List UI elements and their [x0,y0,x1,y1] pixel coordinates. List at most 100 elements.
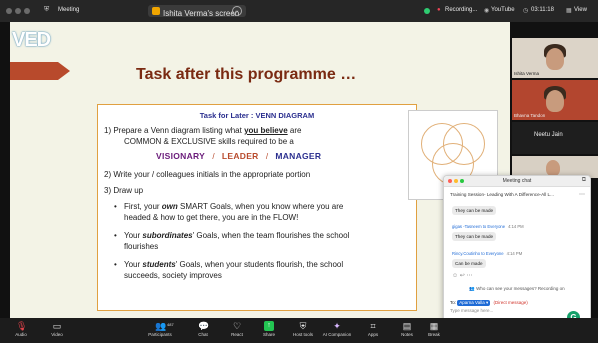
chat-meta: gigas -Tasneem to Everyone 4:14 PM [452,224,524,229]
item-3: 3) Draw up [104,186,144,195]
chat-message: They can be made [452,232,497,241]
visibility-notice[interactable]: 👥 Who can see your messages? Recording o… [450,286,584,292]
minimize-window-button[interactable] [15,8,21,14]
screen-share-indicator[interactable]: Ishita Verma's screen ⌄ [148,5,246,18]
task-box: Task for Later : VENN DIAGRAM 1) Prepare… [97,104,417,311]
more-options-icon[interactable]: ⋯ [579,191,585,198]
logo: VED [12,29,51,51]
security-status-icon [424,8,430,14]
participant-tile[interactable]: Neetu Jain [512,122,598,154]
chat-button[interactable]: 💬 Chat [192,321,214,337]
participants-count: 487 [167,322,174,327]
shield-icon: ⛨ [299,321,307,331]
participant-name: Ishita Verma [514,71,540,76]
audio-button[interactable]: 🎙 Audio [8,321,34,337]
zoom-shield-icon: ⛨ [44,6,50,13]
share-button[interactable]: ↑ Share [258,321,280,337]
recipient-select[interactable]: Aparna Valla ▾ [457,300,491,306]
chat-time: 4:14 PM [506,251,523,256]
separator: / [265,152,269,161]
chat-message: Can be made [452,259,486,268]
bullet-3-line2: succeeds, society improves [124,271,222,280]
popout-icon[interactable]: ⧉ [582,177,586,184]
chat-time: 4:14 PM [508,224,524,229]
direct-message-label: (Direct message) [493,300,528,305]
item-1-emphasis: you believe [244,126,288,135]
keyword-manager: MANAGER [275,151,322,161]
item-1-text-a: 1) Prepare a Venn diagram listing what [104,126,245,135]
ai-companion-button[interactable]: ✦ AI Companion [320,321,354,337]
recipient-row: To: Aparna Valla ▾ (Direct message) [450,300,528,306]
participants-button[interactable]: 👥 487 Participants [142,321,178,337]
bullet-3-text-b: ' Goals, when your students flourish, th… [175,260,344,269]
bullet-1-text-b: SMART Goals, when you know where you are [177,202,344,211]
bullet-icon: • [114,202,117,211]
breakout-rooms-button[interactable]: ▦ Break [424,321,444,337]
item-1-text-b: are [287,126,302,135]
keyword-leader: LEADER [221,151,259,161]
chat-sender: gigas -Tasneem to Everyone [452,224,506,229]
camera-icon: ▭ [52,321,62,331]
bullet-1-emphasis: own [161,202,178,211]
view-button[interactable]: View [574,7,587,13]
video-button[interactable]: ▭ Video [44,321,70,337]
apps-button[interactable]: ⌗ Apps [362,321,384,337]
youtube-label[interactable]: YouTube [491,7,515,13]
bullet-3-text-a: Your [124,260,143,269]
zoom-window: ⛨ Meeting Ishita Verma's screen ⌄ ● Reco… [0,0,598,343]
notes-label: Notes [401,332,413,337]
stream-icon: ◉ [484,8,490,14]
recording-label[interactable]: Recording... [445,7,477,13]
breakout-icon: ▦ [429,321,439,331]
chat-sender: Rincy.Coutinho to Everyone [452,251,504,256]
ai-companion-label: AI Companion [322,332,352,337]
host-tools-button[interactable]: ⛨ Host tools [288,321,318,337]
bullet-1-text-a: First, your [124,202,162,211]
share-screen-icon: ↑ [264,321,274,331]
share-button-label: Share [262,332,275,337]
close-window-button[interactable] [6,8,12,14]
title-bar: ⛨ Meeting Ishita Verma's screen ⌄ ● Reco… [0,0,598,22]
bullet-icon: • [114,260,117,269]
chat-icon: 💬 [198,321,210,331]
bullet-1: First, your own SMART Goals, when you kn… [124,201,343,212]
participant-tile[interactable]: Bhavna Tandon [512,80,598,120]
decorative-arrow [10,62,70,80]
meeting-timer: 03:11:18 [531,7,554,13]
item-2: 2) Write your / colleagues initials in t… [104,170,311,179]
box-heading: Task for Later : VENN DIAGRAM [199,111,315,120]
chat-header: Meeting chat ⧉ [444,176,590,187]
maximize-window-button[interactable] [24,8,30,14]
react-label: React [231,332,243,337]
bullet-2: Your subordinates' Goals, when the team … [124,230,349,241]
react-button[interactable]: ♡ React [226,321,248,337]
app-title: Meeting [58,7,80,13]
slide-title: Task after this programme … [136,66,357,83]
to-label: To: [450,300,457,305]
item-1: 1) Prepare a Venn diagram listing what y… [104,125,301,136]
keyword-visionary: VISIONARY [156,151,206,161]
apps-label: Apps [367,332,379,337]
participant-tile[interactable]: Ishita Verma [512,38,598,78]
chat-session-name[interactable]: Training Session- Leading With A Differe… [450,192,554,197]
keyword-row: VISIONARY / LEADER / MANAGER [156,151,321,162]
sparkle-icon: ✦ [333,321,341,331]
microphone-muted-icon: 🎙 [16,321,28,331]
reaction-icons[interactable]: ☺ ↩ ⋯ [452,272,473,279]
chat-title: Meeting chat [502,178,532,184]
apps-icon: ⌗ [370,321,376,331]
participants-icon: 👥 [155,321,167,331]
share-icon [152,7,160,15]
view-icon: ▦ [566,8,572,14]
avatar [546,160,560,176]
recording-dot-icon: ● [437,7,441,13]
chat-message: They can be made [452,206,497,215]
participant-name: Neetu Jain [534,132,563,138]
bullet-2-emphasis: subordinates [142,231,193,240]
notes-button[interactable]: ▤ Notes [396,321,418,337]
bullet-3: Your students' Goals, when your students… [124,259,343,270]
share-options-icon[interactable]: ⌄ [232,6,242,16]
bullet-3-emphasis: students [142,260,176,269]
bullet-2-text-b: ' Goals, when the team flourishes the sc… [192,231,350,240]
separator: / [212,152,215,161]
